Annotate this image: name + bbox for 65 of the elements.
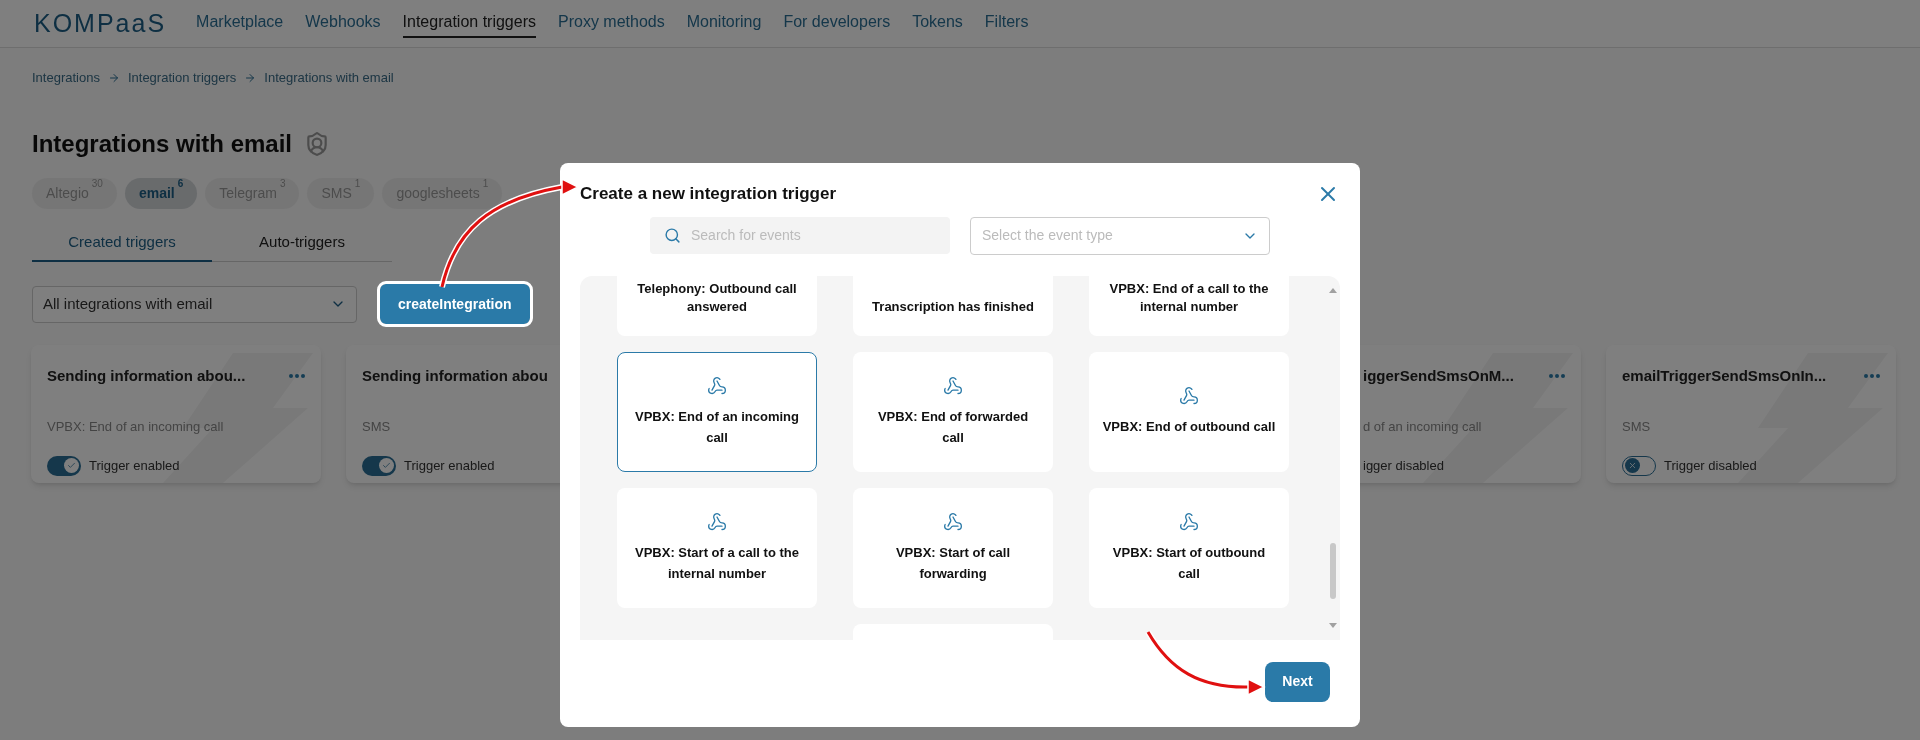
event-card[interactable]: VPBX: End of forwarded call [853,351,1053,472]
more-icon[interactable] [289,374,305,379]
webhook-icon [943,375,963,396]
webhook-icon [943,511,963,532]
logo[interactable]: KOMPaaS [34,4,167,43]
modal-title: Create a new integration trigger [580,183,836,205]
event-card[interactable]: VPBX: End of outbound call [1089,351,1289,472]
card-title: Sending information abou... [47,366,246,386]
nav-link[interactable]: Marketplace [196,9,284,38]
card-event: VPBX: End of an incoming call [47,418,224,434]
tab[interactable]: Created triggers [32,230,212,262]
toggle-switch[interactable] [1622,455,1656,476]
card-event: SMS [362,418,391,434]
trigger-status: Trigger disabled [1664,456,1757,475]
filter-chip[interactable]: email $^{6}$ [124,177,198,209]
breadcrumb-link[interactable]: Integrations [32,68,100,88]
nav-link[interactable]: Proxy methods [558,9,665,38]
trigger-status: Trigger enabled [89,456,180,475]
event-card[interactable]: VPBX: Start of a call to the internal number [617,487,817,608]
webhook-icon [707,511,727,532]
scroll-up-icon[interactable] [1329,287,1337,293]
trigger-status: igger disabled [1363,456,1444,475]
scrollbar[interactable] [1329,287,1337,628]
card-event: SMS [1622,418,1651,434]
arrow-right-icon [107,71,120,84]
arrow-right-icon [244,71,257,84]
breadcrumb-link[interactable]: Integration triggers [127,68,237,88]
card-title: iggerSendSmsOnM... [1363,366,1514,386]
toggle-switch[interactable] [47,455,81,476]
create-integration-button[interactable]: createIntegration [380,284,530,324]
card-event: d of an incoming call [1363,418,1482,434]
check-icon [382,461,391,470]
webhook-icon [1179,386,1199,406]
nav-link[interactable]: Integration triggers [402,9,536,38]
toggle-switch[interactable] [362,455,396,476]
event-card[interactable]: VPBX: End of a call to the internal number [1089,275,1289,336]
cross-icon [1628,461,1637,470]
more-icon[interactable] [1549,374,1565,379]
event-card[interactable]: VPBX: Start of call forwarding [853,487,1053,608]
trigger-card[interactable]: Sending information abou... VPBX: End of an incoming call Trigger enabled [31,345,321,483]
event-card[interactable]: VPBX: Start of outbound call [1089,487,1289,608]
trigger-status: Trigger enabled [404,456,495,475]
trigger-card[interactable]: emailTriggerSendSmsOnIn... SMS Trigger disabled [1606,345,1896,483]
nav-link[interactable]: Tokens [912,9,963,38]
scroll-down-icon[interactable] [1329,622,1337,628]
event-card[interactable]: Transcription has finished [853,275,1053,336]
search-field[interactable]: Search for events [650,216,950,254]
webhook-icon [707,375,727,396]
more-icon[interactable] [1864,374,1880,379]
check-icon [67,461,76,470]
search-icon [664,226,681,244]
event-card[interactable]: Telephony: Outbound call answered [617,275,817,336]
tab[interactable]: Auto-triggers [212,230,392,262]
nav-link[interactable]: Monitoring [686,9,762,38]
card-title: emailTriggerSendSmsOnIn... [1622,366,1827,386]
nav-link[interactable]: Webhooks [305,9,381,38]
webhook-icon [1179,511,1199,532]
integration-select[interactable]: All integrations with email [32,285,357,323]
breadcrumb-link[interactable]: Integrations with email [264,68,394,88]
event-card[interactable]: VPBX: End of an incoming call [617,351,817,472]
next-button[interactable]: Next [1265,661,1330,702]
nav-link[interactable]: For developers [783,9,891,38]
page-title: Integrations with email [32,128,293,159]
nav-link[interactable]: Filters [984,9,1029,38]
card-title: Sending information abou [362,366,548,386]
